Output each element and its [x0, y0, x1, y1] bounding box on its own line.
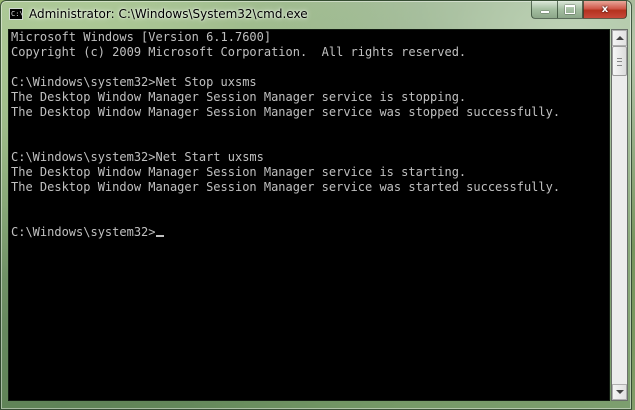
- close-button[interactable]: x: [583, 1, 627, 19]
- arrow-up-icon: [615, 36, 624, 40]
- console-line: The Desktop Window Manager Session Manag…: [11, 90, 467, 104]
- console-line: C:\Windows\system32>Net Stop uxsms: [11, 75, 257, 89]
- maximize-button[interactable]: [557, 1, 583, 19]
- maximize-icon: [565, 5, 575, 14]
- console-prompt-line[interactable]: C:\Windows\system32>: [11, 225, 611, 240]
- console-output[interactable]: Microsoft Windows [Version 6.1.7600] Cop…: [11, 30, 611, 400]
- window-title: Administrator: C:\Windows\System32\cmd.e…: [29, 7, 308, 21]
- arrow-down-icon: [615, 390, 624, 394]
- console-line: The Desktop Window Manager Session Manag…: [11, 165, 467, 179]
- console-area[interactable]: Microsoft Windows [Version 6.1.7600] Cop…: [8, 29, 610, 401]
- close-icon: x: [601, 4, 609, 15]
- vertical-scrollbar[interactable]: [611, 29, 628, 401]
- scrollbar-thumb[interactable]: [612, 46, 627, 76]
- minimize-icon: [540, 11, 549, 13]
- console-line: Microsoft Windows [Version 6.1.7600]: [11, 30, 272, 44]
- cmd-icon[interactable]: [9, 8, 23, 20]
- console-line: C:\Windows\system32>Net Start uxsms: [11, 150, 264, 164]
- console-line: Copyright (c) 2009 Microsoft Corporation…: [11, 45, 467, 59]
- scroll-down-button[interactable]: [612, 384, 627, 400]
- window-controls: x: [531, 1, 627, 19]
- minimize-button[interactable]: [531, 1, 557, 19]
- console-line: The Desktop Window Manager Session Manag…: [11, 180, 561, 194]
- text-cursor: [155, 235, 164, 237]
- grip-icon: [617, 58, 622, 66]
- console-line: The Desktop Window Manager Session Manag…: [11, 105, 561, 119]
- console-prompt: C:\Windows\system32>: [11, 225, 156, 239]
- cmd-window: Administrator: C:\Windows\System32\cmd.e…: [0, 0, 632, 410]
- scroll-up-button[interactable]: [612, 30, 627, 46]
